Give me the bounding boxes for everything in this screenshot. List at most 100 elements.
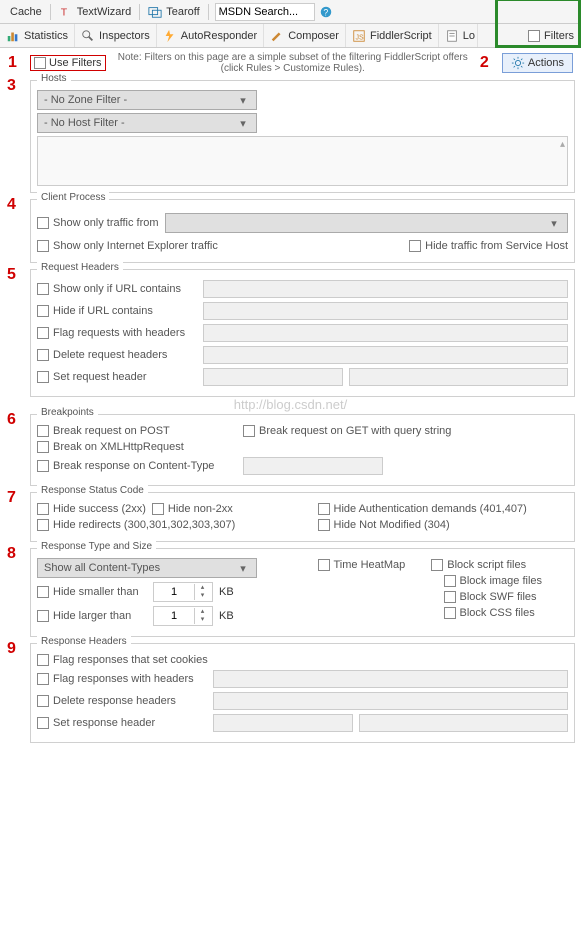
svg-text:JS: JS: [355, 34, 364, 41]
annotation-2: 2: [480, 54, 494, 72]
delete-req-headers-checkbox[interactable]: Delete request headers: [37, 349, 197, 361]
annotation-8: 8: [7, 545, 16, 563]
hide-url-contains-checkbox[interactable]: Hide if URL contains: [37, 305, 197, 317]
chart-icon: [6, 29, 20, 43]
annotation-6: 6: [7, 411, 16, 429]
chevron-down-icon: ▾: [547, 216, 561, 230]
flag-req-headers-checkbox[interactable]: Flag requests with headers: [37, 327, 197, 339]
hide-url-contains-input[interactable]: [203, 302, 568, 320]
flag-req-headers-input[interactable]: [203, 324, 568, 342]
kb-label: KB: [219, 610, 234, 622]
script-icon: JS: [352, 29, 366, 43]
delete-resp-headers-checkbox[interactable]: Delete response headers: [37, 695, 207, 707]
msdn-search-input[interactable]: [215, 3, 315, 21]
breakpoints-title: Breakpoints: [37, 407, 98, 418]
flag-resp-headers-checkbox[interactable]: Flag responses with headers: [37, 673, 207, 685]
delete-resp-headers-input[interactable]: [213, 692, 568, 710]
set-req-header-value-input[interactable]: [349, 368, 568, 386]
main-toolbar: Cache T TextWizard Tearoff ?: [0, 0, 581, 24]
block-swf-checkbox[interactable]: Block SWF files: [444, 591, 537, 603]
response-headers-title: Response Headers: [37, 636, 131, 647]
svg-text:?: ?: [323, 7, 328, 17]
actions-button[interactable]: Actions: [502, 53, 573, 73]
response-status-title: Response Status Code: [37, 485, 148, 496]
break-content-type-input[interactable]: [243, 457, 383, 475]
use-filters-checkbox[interactable]: Use Filters: [30, 55, 106, 71]
scroll-up-icon: ▴: [560, 139, 565, 150]
break-content-type-checkbox[interactable]: Break response on Content-Type: [37, 460, 237, 472]
tab-inspectors[interactable]: Inspectors: [75, 24, 157, 47]
response-status-section: 7 Response Status Code Hide success (2xx…: [30, 492, 575, 542]
breakpoints-section: 6 Breakpoints Break request on POST Brea…: [30, 414, 575, 486]
content-types-dropdown[interactable]: Show all Content-Types▾: [37, 558, 257, 578]
set-req-header-checkbox[interactable]: Set request header: [37, 371, 197, 383]
flag-resp-headers-input[interactable]: [213, 670, 568, 688]
set-resp-header-checkbox[interactable]: Set response header: [37, 717, 207, 729]
lightning-icon: [163, 29, 177, 43]
chevron-down-icon: ▾: [236, 561, 250, 575]
hide-svchost-checkbox[interactable]: Hide traffic from Service Host: [409, 240, 568, 252]
host-filter-dropdown[interactable]: - No Host Filter -▾: [37, 113, 257, 133]
show-url-contains-input[interactable]: [203, 280, 568, 298]
pencil-icon: [270, 29, 284, 43]
break-get-qs-checkbox[interactable]: Break request on GET with query string: [243, 425, 451, 437]
chevron-down-icon: ▾: [236, 93, 250, 107]
zone-filter-dropdown[interactable]: - No Zone Filter -▾: [37, 90, 257, 110]
hide-2xx-checkbox[interactable]: Hide success (2xx): [37, 503, 146, 515]
annotation-1: 1: [8, 54, 22, 72]
cache-button[interactable]: Cache: [4, 4, 48, 20]
ie-only-checkbox[interactable]: Show only Internet Explorer traffic: [37, 240, 218, 252]
set-req-header-name-input[interactable]: [203, 368, 343, 386]
block-image-checkbox[interactable]: Block image files: [444, 575, 543, 587]
tab-filters[interactable]: Filters: [522, 24, 581, 47]
tab-composer[interactable]: Composer: [264, 24, 346, 47]
hide-smaller-spinner[interactable]: ▴▾: [153, 582, 213, 602]
annotation-7: 7: [7, 489, 16, 507]
chevron-down-icon: ▾: [236, 116, 250, 130]
hosts-textarea[interactable]: ▴: [37, 136, 568, 186]
tab-autoresponder[interactable]: AutoResponder: [157, 24, 264, 47]
show-traffic-from-checkbox[interactable]: Show only traffic from: [37, 217, 159, 229]
filters-note: Note: Filters on this page are a simple …: [114, 52, 472, 74]
hide-redirects-checkbox[interactable]: Hide redirects (300,301,302,303,307): [37, 519, 235, 531]
set-resp-header-name-input[interactable]: [213, 714, 353, 732]
kb-label: KB: [219, 586, 234, 598]
magnifier-icon: [81, 29, 95, 43]
show-url-contains-checkbox[interactable]: Show only if URL contains: [37, 283, 197, 295]
block-script-checkbox[interactable]: Block script files: [431, 559, 526, 571]
help-icon[interactable]: ?: [319, 5, 333, 19]
tab-fiddlerscript[interactable]: JS FiddlerScript: [346, 24, 439, 47]
textwizard-icon: T: [59, 5, 73, 19]
hide-non2xx-checkbox[interactable]: Hide non-2xx: [152, 503, 233, 515]
hide-304-checkbox[interactable]: Hide Not Modified (304): [318, 519, 450, 531]
response-headers-section: 9 Response Headers Flag responses that s…: [30, 643, 575, 743]
request-headers-title: Request Headers: [37, 262, 123, 273]
time-heatmap-checkbox[interactable]: Time HeatMap: [318, 559, 406, 571]
break-xhr-checkbox[interactable]: Break on XMLHttpRequest: [37, 441, 184, 453]
hide-auth-checkbox[interactable]: Hide Authentication demands (401,407): [318, 503, 527, 515]
hide-larger-spinner[interactable]: ▴▾: [153, 606, 213, 626]
response-type-size-section: 8 Response Type and Size Show all Conten…: [30, 548, 575, 637]
hosts-title: Hosts: [37, 73, 71, 84]
annotation-5: 5: [7, 266, 16, 284]
hide-smaller-checkbox[interactable]: Hide smaller than: [37, 586, 147, 598]
tearoff-icon: [148, 5, 162, 19]
filters-tab-checkbox[interactable]: [528, 30, 540, 42]
tab-bar: Statistics Inspectors AutoResponder Comp…: [0, 24, 581, 48]
delete-req-headers-input[interactable]: [203, 346, 568, 364]
tab-log[interactable]: Lo: [439, 24, 478, 47]
request-headers-section: 5 Request Headers Show only if URL conta…: [30, 269, 575, 397]
annotation-3: 3: [7, 77, 16, 95]
response-type-size-title: Response Type and Size: [37, 541, 156, 552]
hide-larger-checkbox[interactable]: Hide larger than: [37, 610, 147, 622]
svg-text:T: T: [61, 6, 68, 18]
textwizard-button[interactable]: T TextWizard: [53, 3, 137, 21]
tearoff-button[interactable]: Tearoff: [142, 3, 205, 21]
process-dropdown[interactable]: ▾: [165, 213, 568, 233]
set-resp-header-value-input[interactable]: [359, 714, 568, 732]
tab-statistics[interactable]: Statistics: [0, 24, 75, 47]
flag-cookies-checkbox[interactable]: Flag responses that set cookies: [37, 654, 208, 666]
break-post-checkbox[interactable]: Break request on POST: [37, 425, 237, 437]
block-css-checkbox[interactable]: Block CSS files: [444, 607, 535, 619]
client-process-title: Client Process: [37, 192, 109, 203]
